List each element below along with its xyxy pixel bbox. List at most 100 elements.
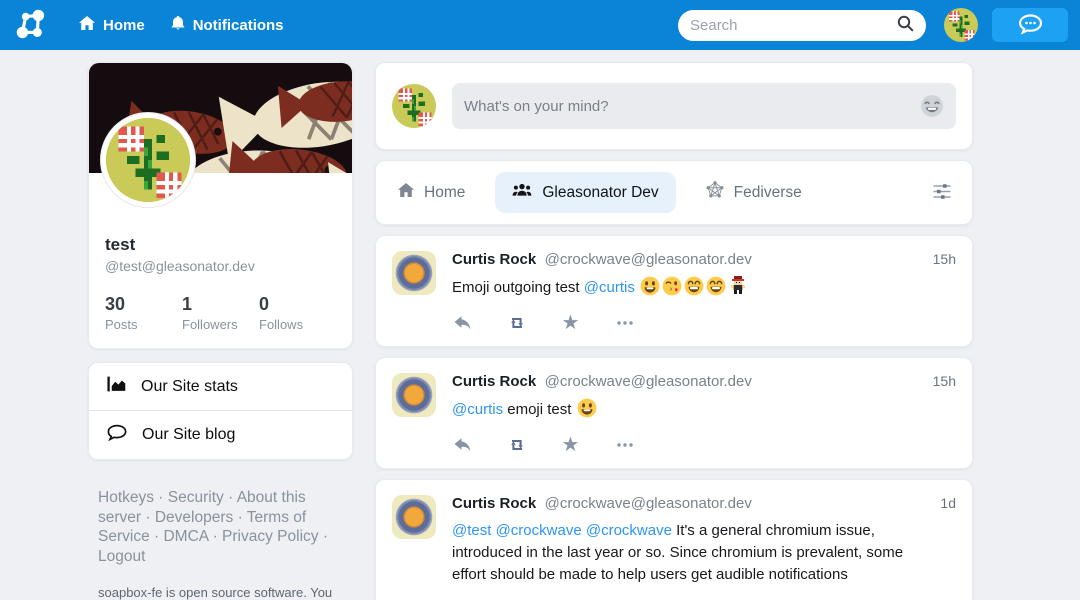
post-header: Curtis Rock @crockwave@gleasonator.dev E…	[392, 251, 956, 299]
post-title-row: Curtis Rock @crockwave@gleasonator.dev	[452, 251, 917, 269]
post-timestamp[interactable]: 1d	[940, 495, 956, 586]
footer-link-dmca[interactable]: DMCA	[163, 528, 208, 545]
footer-links: Hotkeys · Security · About this server ·…	[98, 488, 333, 566]
nav-notifications-label: Notifications	[193, 17, 284, 34]
sidebar-footer: Hotkeys · Security · About this server ·…	[98, 488, 343, 600]
mention-link[interactable]: @test	[452, 522, 491, 539]
tab-label: Gleasonator Dev	[542, 184, 658, 202]
nav-notifications[interactable]: Notifications	[158, 0, 297, 50]
nav-home[interactable]: Home	[66, 0, 158, 50]
post-content: @test @crockwave @crockwave It's a gener…	[452, 520, 924, 586]
repost-button[interactable]	[506, 436, 527, 454]
speech-bubble-icon	[107, 424, 127, 446]
sidebar-menu: Our Site stats Our Site blog	[88, 362, 353, 460]
footer-link-security[interactable]: Security	[168, 489, 224, 506]
timeline-tabs: Home Gleasonator Dev	[375, 160, 973, 225]
compose-field	[452, 83, 956, 129]
favourite-button[interactable]: ★	[560, 314, 581, 332]
repost-button[interactable]	[506, 314, 527, 332]
post-author-avatar[interactable]	[392, 251, 436, 295]
sidebar-item-label: Our Site blog	[142, 426, 235, 444]
bell-icon	[171, 16, 185, 35]
post-author-name[interactable]: Curtis Rock	[452, 373, 536, 390]
users-icon	[512, 183, 532, 202]
more-button[interactable]	[614, 436, 635, 454]
footer-link-privacy-policy[interactable]: Privacy Policy	[222, 528, 318, 545]
star-icon: ★	[562, 315, 580, 331]
emoji-beam	[684, 276, 704, 296]
search-bar	[678, 10, 926, 41]
post-card: Curtis Rock @crockwave@gleasonator.dev @…	[375, 357, 973, 469]
footer-link-logout[interactable]: Logout	[98, 548, 145, 565]
post-header: Curtis Rock @crockwave@gleasonator.dev @…	[392, 373, 956, 421]
stat-follows[interactable]: 0 Follows	[259, 294, 336, 332]
tab-home[interactable]: Home	[392, 172, 471, 213]
search-icon[interactable]	[896, 14, 914, 37]
home-icon	[79, 16, 95, 34]
chat-button[interactable]	[992, 8, 1068, 42]
reply-button[interactable]	[452, 314, 473, 332]
stat-follows-label: Follows	[259, 317, 336, 332]
favourite-button[interactable]: ★	[560, 436, 581, 454]
more-button[interactable]	[614, 314, 635, 332]
post-main: Curtis Rock @crockwave@gleasonator.dev @…	[452, 373, 917, 421]
emoji-kiss	[662, 276, 682, 296]
post-author-handle: @crockwave@gleasonator.dev	[545, 373, 752, 390]
post-title-row: Curtis Rock @crockwave@gleasonator.dev	[452, 495, 924, 513]
mention-link[interactable]: @curtis	[452, 401, 503, 418]
post-author-name[interactable]: Curtis Rock	[452, 251, 536, 268]
area-chart-icon	[107, 376, 126, 397]
post-title-row: Curtis Rock @crockwave@gleasonator.dev	[452, 373, 917, 391]
chat-bubble-icon	[1017, 13, 1044, 38]
stat-posts[interactable]: 30 Posts	[105, 294, 182, 332]
footer-link-hotkeys[interactable]: Hotkeys	[98, 489, 154, 506]
post-author-avatar[interactable]	[392, 373, 436, 417]
emoji-picker-button[interactable]	[920, 94, 944, 118]
stat-posts-label: Posts	[105, 317, 182, 332]
home-icon	[398, 183, 414, 202]
stat-followers-label: Followers	[182, 317, 259, 332]
tab-gleasonator-dev[interactable]: Gleasonator Dev	[495, 172, 675, 213]
reply-button[interactable]	[452, 436, 473, 454]
post-author-avatar[interactable]	[392, 495, 436, 539]
post-content: Emoji outgoing test @curtis	[452, 276, 917, 299]
emoji-grin	[577, 398, 597, 418]
profile-stats: 30 Posts 1 Followers 0 Follows	[105, 294, 336, 332]
fediverse-icon	[706, 181, 724, 204]
sidebar-item-site-blog[interactable]: Our Site blog	[89, 410, 352, 459]
post-card: Curtis Rock @crockwave@gleasonator.dev @…	[375, 479, 973, 600]
post-author-handle: @crockwave@gleasonator.dev	[545, 495, 752, 512]
soapbox-logo-icon[interactable]	[14, 7, 50, 43]
post-timestamp[interactable]: 15h	[933, 251, 956, 299]
tab-label: Home	[424, 184, 465, 202]
emoji-picker-icon	[920, 106, 944, 121]
stat-posts-value: 30	[105, 294, 182, 315]
mention-link[interactable]: @crockwave	[586, 522, 672, 539]
search-input[interactable]	[690, 17, 896, 34]
stat-followers[interactable]: 1 Followers	[182, 294, 259, 332]
mention-link[interactable]: @crockwave	[496, 522, 582, 539]
post-author-name[interactable]: Curtis Rock	[452, 495, 536, 512]
post-timestamp[interactable]: 15h	[933, 373, 956, 421]
post-content: @curtis emoji test	[452, 398, 917, 421]
navbar-avatar[interactable]	[944, 8, 978, 42]
timeline: Curtis Rock @crockwave@gleasonator.dev E…	[375, 235, 973, 600]
timeline-settings-button[interactable]	[928, 179, 956, 207]
top-navbar: Home Notifications	[0, 0, 1080, 50]
footer-link-developers[interactable]: Developers	[155, 509, 233, 526]
post-card: Curtis Rock @crockwave@gleasonator.dev E…	[375, 235, 973, 347]
emoji-pixel	[728, 276, 748, 296]
mention-link[interactable]: @curtis	[584, 279, 635, 296]
sidebar-item-site-stats[interactable]: Our Site stats	[89, 363, 352, 410]
tab-fediverse[interactable]: Fediverse	[700, 170, 808, 215]
footer-about-text: soapbox-fe is open source software. You …	[98, 585, 332, 600]
nav-home-label: Home	[103, 17, 145, 34]
post-actions: ★	[452, 314, 956, 332]
compose-avatar[interactable]	[392, 84, 436, 128]
profile-handle: @test@gleasonator.dev	[105, 258, 336, 274]
compose-input[interactable]	[464, 98, 920, 115]
page-layout: test @test@gleasonator.dev 30 Posts 1 Fo…	[0, 50, 1080, 600]
post-main: Curtis Rock @crockwave@gleasonator.dev @…	[452, 495, 924, 586]
post-author-handle: @crockwave@gleasonator.dev	[545, 251, 752, 268]
profile-avatar[interactable]	[101, 113, 195, 207]
